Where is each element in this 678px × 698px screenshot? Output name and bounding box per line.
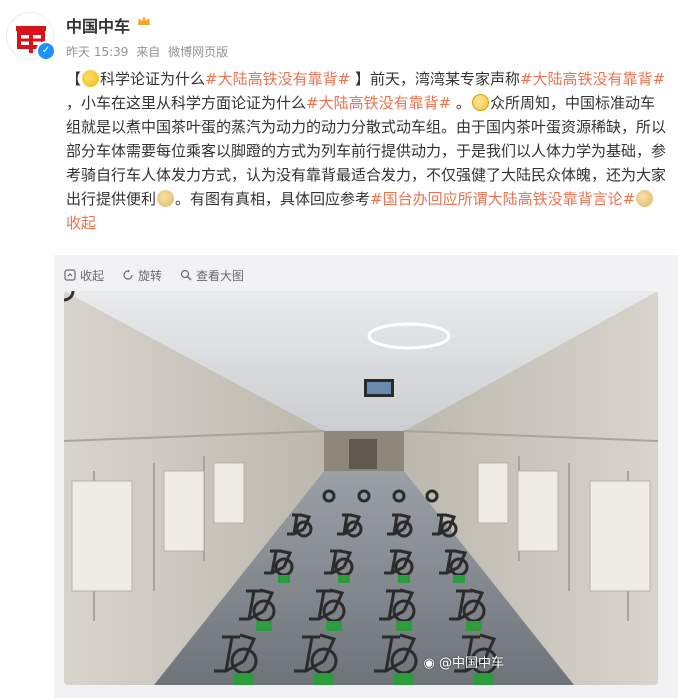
collapse-label: 收起: [80, 268, 105, 283]
text-segment: 。有图有真相，具体回应参考: [175, 190, 371, 208]
bracket-close: 】: [350, 70, 370, 88]
doge-emoji-icon: [636, 190, 654, 207]
post-meta: 昨天 15:39 来自 微博网页版: [66, 43, 232, 60]
collapse-icon: [64, 269, 76, 281]
collapse-button[interactable]: 收起: [64, 267, 104, 284]
doge-emoji-icon: [157, 190, 175, 207]
source-prefix: 来自: [136, 45, 161, 59]
post-image[interactable]: ◉ @中国中车: [64, 291, 658, 685]
topic-tag[interactable]: #大陆高铁没有靠背#: [205, 70, 350, 88]
text-segment: ，小车在这里从科学方面论证为什么: [66, 94, 307, 112]
post-time[interactable]: 昨天 15:39: [66, 45, 128, 59]
post-text: 【科学论证为什么#大陆高铁没有靠背# 】前天，湾湾某专家声称#大陆高铁没有靠背#…: [66, 67, 666, 235]
weibo-icon: ◉: [423, 656, 435, 671]
train-interior-image: [64, 291, 658, 685]
rotate-button[interactable]: 旋转: [122, 267, 162, 284]
post-header: ✓ 中国中车 昨天 15:39 来自 微博网页版: [0, 0, 678, 70]
view-large-label: 查看大图: [196, 268, 245, 283]
media-toolbar: 收起 旋转 查看大图: [64, 265, 244, 285]
crown-icon[interactable]: [137, 15, 151, 27]
username[interactable]: 中国中车: [66, 13, 130, 37]
image-watermark: ◉ @中国中车: [424, 652, 505, 671]
rotate-label: 旋转: [138, 268, 163, 283]
view-large-button[interactable]: 查看大图: [180, 267, 244, 284]
topic-tag[interactable]: #大陆高铁没有靠背#: [520, 70, 665, 88]
media-box: 收起 旋转 查看大图 ◉ @中国中车: [54, 255, 678, 698]
topic-tag[interactable]: #大陆高铁没有靠背#: [306, 94, 451, 112]
topic-tag[interactable]: #国台办回应所谓大陆高铁没靠背言论#: [370, 190, 635, 208]
think-emoji-icon: [82, 70, 100, 87]
glasses-emoji-icon: [471, 94, 489, 111]
verified-icon: ✓: [36, 41, 56, 61]
view-large-icon: [180, 269, 192, 281]
post-source[interactable]: 微博网页版: [168, 45, 228, 59]
rotate-icon: [123, 269, 133, 280]
text-segment: 前天，湾湾某专家声称: [369, 70, 520, 88]
watermark-text: @中国中车: [438, 656, 504, 671]
bracket-open: 【: [66, 70, 82, 88]
avatar[interactable]: ✓: [6, 12, 56, 61]
fold-link[interactable]: 收起: [66, 214, 96, 232]
post-title: 科学论证为什么: [100, 70, 206, 88]
text-segment: 。: [451, 94, 471, 112]
